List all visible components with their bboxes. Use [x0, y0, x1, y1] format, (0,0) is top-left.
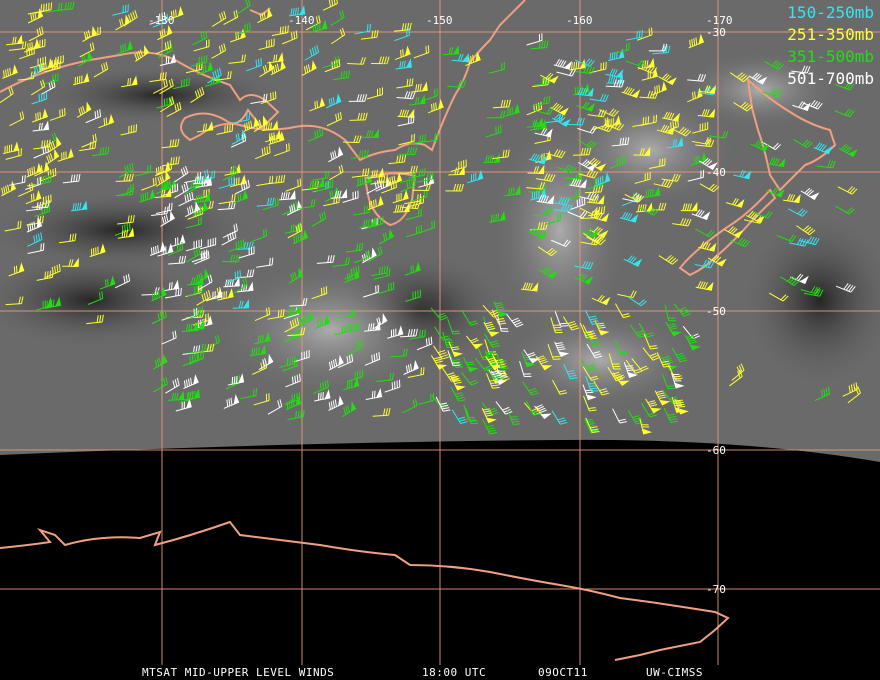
legend-item-150-250mb: 150-250mb: [787, 3, 874, 22]
pressure-level-legend: 150-250mb 251-350mb 351-500mb 501-700mb: [787, 2, 874, 90]
lat-label-50: -50: [706, 305, 726, 318]
valid-time: 18:00 UTC: [422, 666, 487, 679]
lon-label-150: -150: [426, 14, 453, 27]
data-source: UW-CIMSS: [646, 666, 703, 679]
legend-item-351-500mb: 351-500mb: [787, 47, 874, 66]
lon-label-140: -140: [288, 14, 315, 27]
lat-label-60: -60: [706, 444, 726, 457]
lon-label-130: -130: [148, 14, 175, 27]
product-footer: MTSAT MID-UPPER LEVEL WINDS 18:00 UTC 09…: [0, 664, 880, 680]
valid-date: 09OCT11: [538, 666, 588, 679]
lat-label-70: -70: [706, 583, 726, 596]
antarctica-coast: [0, 520, 730, 661]
satellite-wind-map: -130 -140 -150 -160 -170 -30 -40 -50 -60…: [0, 0, 880, 665]
legend-item-251-350mb: 251-350mb: [787, 25, 874, 44]
lon-label-160: -160: [566, 14, 593, 27]
product-title: MTSAT MID-UPPER LEVEL WINDS: [142, 666, 335, 679]
lat-label-30: -30: [706, 26, 726, 39]
legend-item-501-700mb: 501-700mb: [787, 69, 874, 88]
lat-label-40: -40: [706, 166, 726, 179]
